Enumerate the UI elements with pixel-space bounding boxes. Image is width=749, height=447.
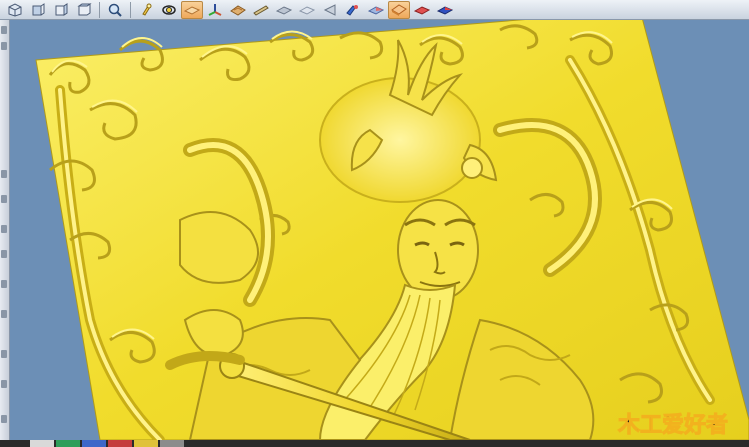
- left-tool-strip: [0, 20, 10, 440]
- side-tool-icon[interactable]: [1, 380, 7, 388]
- axis-icon[interactable]: [204, 1, 226, 19]
- side-tool-icon[interactable]: [1, 170, 7, 178]
- zoom-icon[interactable]: [104, 1, 126, 19]
- cube-top-icon[interactable]: [73, 1, 95, 19]
- side-tool-icon[interactable]: [1, 280, 7, 288]
- side-tool-icon[interactable]: [1, 310, 7, 318]
- material-icon[interactable]: [227, 1, 249, 19]
- logo-mark: 木工爱好者: [617, 412, 728, 438]
- side-tool-icon[interactable]: [1, 225, 7, 233]
- palette-swatch[interactable]: [108, 440, 132, 447]
- shade-left-icon[interactable]: [319, 1, 341, 19]
- palette-swatch[interactable]: [134, 440, 158, 447]
- plane-grey-icon[interactable]: [273, 1, 295, 19]
- watermark-logo: 木工爱好者: [616, 408, 742, 439]
- red-blue-plane-icon[interactable]: [434, 1, 456, 19]
- palette-swatch[interactable]: [56, 440, 80, 447]
- plane-light-icon[interactable]: [296, 1, 318, 19]
- relief-model: [35, 20, 749, 440]
- palette-swatch[interactable]: [160, 440, 184, 447]
- side-tool-icon[interactable]: [1, 250, 7, 258]
- red-plane-icon[interactable]: [411, 1, 433, 19]
- view-toolbar: [0, 0, 749, 20]
- rotate-icon[interactable]: [158, 1, 180, 19]
- toolbar-separator: [99, 1, 100, 18]
- cube-side-icon[interactable]: [50, 1, 72, 19]
- side-tool-icon[interactable]: [1, 415, 7, 423]
- model-blue-icon[interactable]: [342, 1, 364, 19]
- 3d-viewport[interactable]: [10, 20, 749, 440]
- side-tool-icon[interactable]: [1, 26, 7, 34]
- cube-view-icon[interactable]: [4, 1, 26, 19]
- pencil-icon[interactable]: [250, 1, 272, 19]
- light-icon[interactable]: [135, 1, 157, 19]
- side-tool-icon[interactable]: [1, 195, 7, 203]
- palette-swatch[interactable]: [82, 440, 106, 447]
- cube-front-icon[interactable]: [27, 1, 49, 19]
- shaded-plane-active-icon[interactable]: [388, 0, 410, 19]
- palette-swatch[interactable]: [30, 440, 54, 447]
- model-blue-red-icon[interactable]: [365, 1, 387, 19]
- toolbar-separator: [130, 1, 131, 18]
- side-tool-icon[interactable]: [1, 42, 7, 50]
- color-palette: [0, 440, 749, 447]
- side-tool-icon[interactable]: [1, 350, 7, 358]
- shade-plane-icon[interactable]: [181, 0, 203, 19]
- headdress-pearl: [461, 157, 483, 179]
